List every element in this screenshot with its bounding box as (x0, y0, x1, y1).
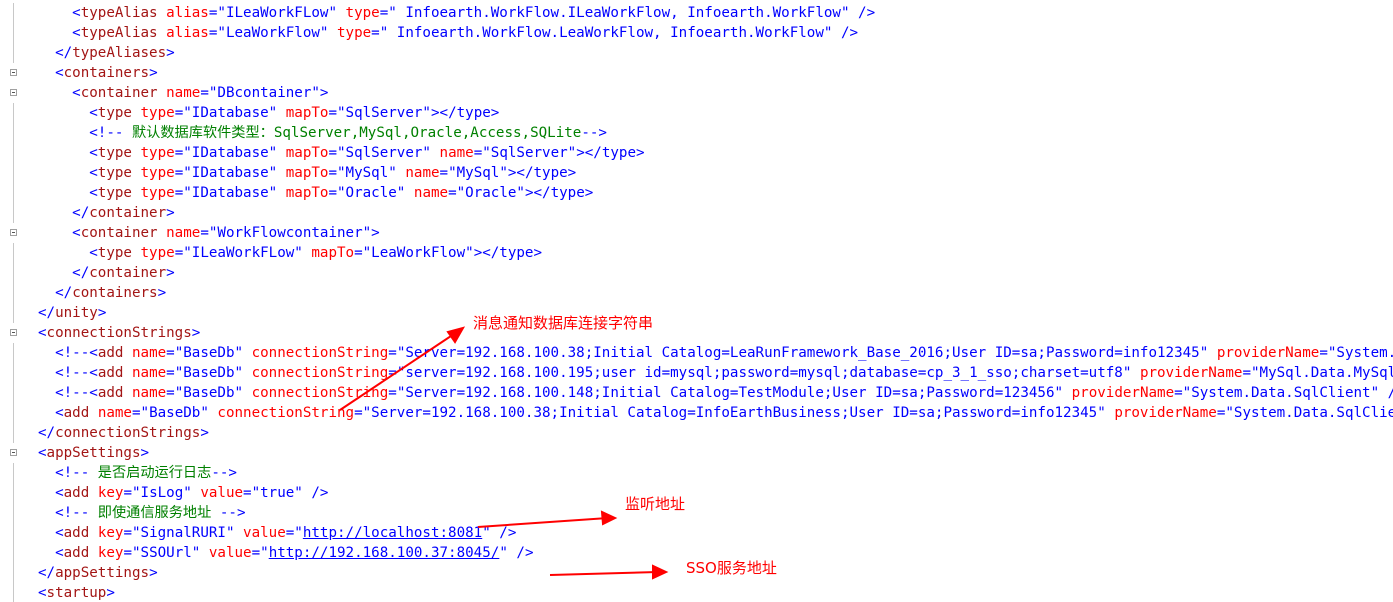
fold-guide-line (13, 123, 14, 143)
fold-gutter (0, 0, 28, 602)
code-line-text: <connectionStrings> (38, 325, 201, 341)
fold-guide-line (13, 503, 14, 523)
code-line-text: <type type="IDatabase" mapTo="Oracle" na… (89, 185, 594, 201)
fold-guide-line (13, 383, 14, 403)
fold-guide-line (13, 363, 14, 383)
fold-guide-line (13, 483, 14, 503)
code-editor[interactable]: <typeAlias alias="ILeaWorkFLow" type=" I… (0, 0, 1393, 602)
code-line-text: </container> (72, 205, 175, 221)
fold-toggle-icon[interactable] (10, 89, 17, 96)
fold-guide-line (13, 203, 14, 223)
code-line-text: <type type="IDatabase" mapTo="MySql" nam… (89, 165, 577, 181)
fold-guide-line (13, 543, 14, 563)
code-line-text: <add key="IsLog" value="true" /> (55, 485, 329, 501)
code-line-text: <!--<add name="BaseDb" connectionString=… (55, 385, 1393, 401)
code-line-text: <!-- 默认数据库软件类型：SqlServer,MySql,Oracle,Ac… (89, 125, 607, 141)
fold-guide-line (13, 403, 14, 423)
code-line-text: <typeAlias alias="LeaWorkFlow" type=" In… (72, 25, 859, 41)
fold-guide-line (13, 23, 14, 43)
fold-guide-line (13, 243, 14, 263)
fold-guide-line (13, 523, 14, 543)
code-line-text: <startup> (38, 585, 115, 601)
code-line-text: <add key="SSOUrl" value="http://192.168.… (55, 545, 534, 561)
fold-guide-line (13, 103, 14, 123)
fold-guide-line (13, 3, 14, 23)
annotation-connection-strings: 消息通知数据库连接字符串 (473, 314, 654, 332)
code-line-text: <containers> (55, 65, 158, 81)
fold-guide-line (13, 43, 14, 63)
code-line-text: <type type="IDatabase" mapTo="SqlServer"… (89, 145, 645, 161)
code-line-text: <add key="SignalRURI" value="http://loca… (55, 525, 517, 541)
fold-guide-line (13, 343, 14, 363)
code-line-text: </containers> (55, 285, 167, 301)
annotation-sso-address: SSO服务地址 (686, 559, 777, 577)
fold-toggle-icon[interactable] (10, 329, 17, 336)
fold-guide-line (13, 423, 14, 443)
fold-guide-line (13, 163, 14, 183)
code-line-text: <container name="DBcontainer"> (72, 85, 329, 101)
code-line-text: </unity> (38, 305, 107, 321)
code-line-text: <!--<add name="BaseDb" connectionString=… (55, 345, 1393, 361)
code-line-text: <appSettings> (38, 445, 150, 461)
fold-guide-line (13, 303, 14, 323)
code-line-text: <type type="IDatabase" mapTo="SqlServer"… (89, 105, 500, 121)
fold-guide-line (13, 463, 14, 483)
code-line-text: <container name="WorkFlowcontainer"> (72, 225, 380, 241)
code-line-text: <!-- 即使通信服务地址 --> (55, 505, 246, 521)
fold-toggle-icon[interactable] (10, 449, 17, 456)
code-line-text: <type type="ILeaWorkFLow" mapTo="LeaWork… (89, 245, 543, 261)
code-line-text: <!--<add name="BaseDb" connectionString=… (55, 365, 1393, 381)
fold-guide-line (13, 263, 14, 283)
code-line-text: <!-- 是否启动运行日志--> (55, 465, 237, 481)
fold-guide-line (13, 583, 14, 602)
code-line-text: </container> (72, 265, 175, 281)
fold-guide-line (13, 283, 14, 303)
code-line-text: </appSettings> (38, 565, 158, 581)
code-line-text: <add name="BaseDb" connectionString="Ser… (55, 405, 1393, 421)
annotation-listen-address: 监听地址 (625, 495, 686, 513)
fold-toggle-icon[interactable] (10, 69, 17, 76)
fold-guide-line (13, 183, 14, 203)
code-line-text: </typeAliases> (55, 45, 175, 61)
fold-guide-line (13, 563, 14, 583)
code-line-text: <typeAlias alias="ILeaWorkFLow" type=" I… (72, 5, 876, 21)
fold-toggle-icon[interactable] (10, 229, 17, 236)
fold-guide-line (13, 143, 14, 163)
code-line-text: </connectionStrings> (38, 425, 209, 441)
